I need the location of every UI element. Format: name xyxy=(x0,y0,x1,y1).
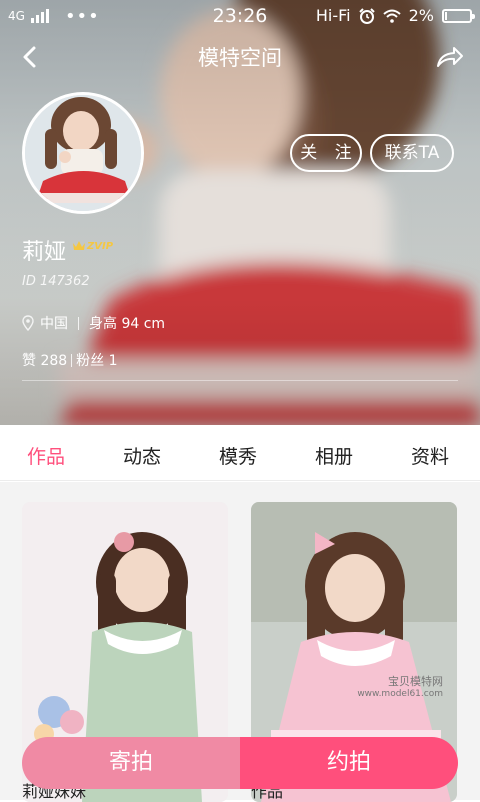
tab-album[interactable]: 相册 xyxy=(315,442,353,469)
divider xyxy=(22,380,458,381)
alarm-icon xyxy=(358,7,375,24)
stats-row: 赞 288 粉丝 1 xyxy=(22,350,118,370)
height-text: 身高 94 cm xyxy=(89,316,166,332)
vip-label: ZVIP xyxy=(87,240,114,252)
status-bar: 4G ••• 23:26 Hi-Fi 2% xyxy=(0,0,480,32)
follow-button[interactable]: 关 注 xyxy=(290,134,362,172)
model-id: ID 147362 xyxy=(22,274,90,289)
crown-icon xyxy=(73,241,85,250)
profile-tabs: 作品 动态 模秀 相册 资料 xyxy=(0,425,480,481)
watermark: 宝贝模特网 www.model61.com xyxy=(357,675,443,700)
location-row: 中国 身高 94 cm xyxy=(22,313,165,333)
tab-model-show[interactable]: 模秀 xyxy=(219,442,257,469)
share-icon[interactable] xyxy=(432,40,466,74)
carrier-label: Hi-Fi xyxy=(315,6,351,25)
avatar-photo xyxy=(25,95,141,211)
contact-button[interactable]: 联系TA xyxy=(370,134,454,172)
wifi-icon xyxy=(382,9,401,23)
fans-count: 粉丝 1 xyxy=(76,353,118,369)
book-shoot-button[interactable]: 约拍 xyxy=(240,737,458,789)
page-title: 模特空间 xyxy=(198,46,282,70)
battery-icon xyxy=(442,8,475,23)
tab-profile-info[interactable]: 资料 xyxy=(411,442,449,469)
battery-percent: 2% xyxy=(408,6,434,25)
likes-count: 赞 288 xyxy=(22,353,68,369)
model-name: 莉娅 xyxy=(22,240,67,265)
tab-dynamics[interactable]: 动态 xyxy=(123,442,161,469)
avatar[interactable] xyxy=(22,92,144,214)
vip-badge: ZVIP xyxy=(72,240,113,252)
profile-header: 4G ••• 23:26 Hi-Fi 2% 模特空间 关 注 联系TA 莉娅 Z… xyxy=(0,0,480,425)
location-text: 中国 xyxy=(40,316,68,332)
location-pin-icon xyxy=(22,315,34,331)
consign-shoot-button[interactable]: 寄拍 xyxy=(22,737,240,789)
tab-works[interactable]: 作品 xyxy=(27,442,65,469)
bottom-action-bar: 寄拍 约拍 xyxy=(22,737,458,789)
